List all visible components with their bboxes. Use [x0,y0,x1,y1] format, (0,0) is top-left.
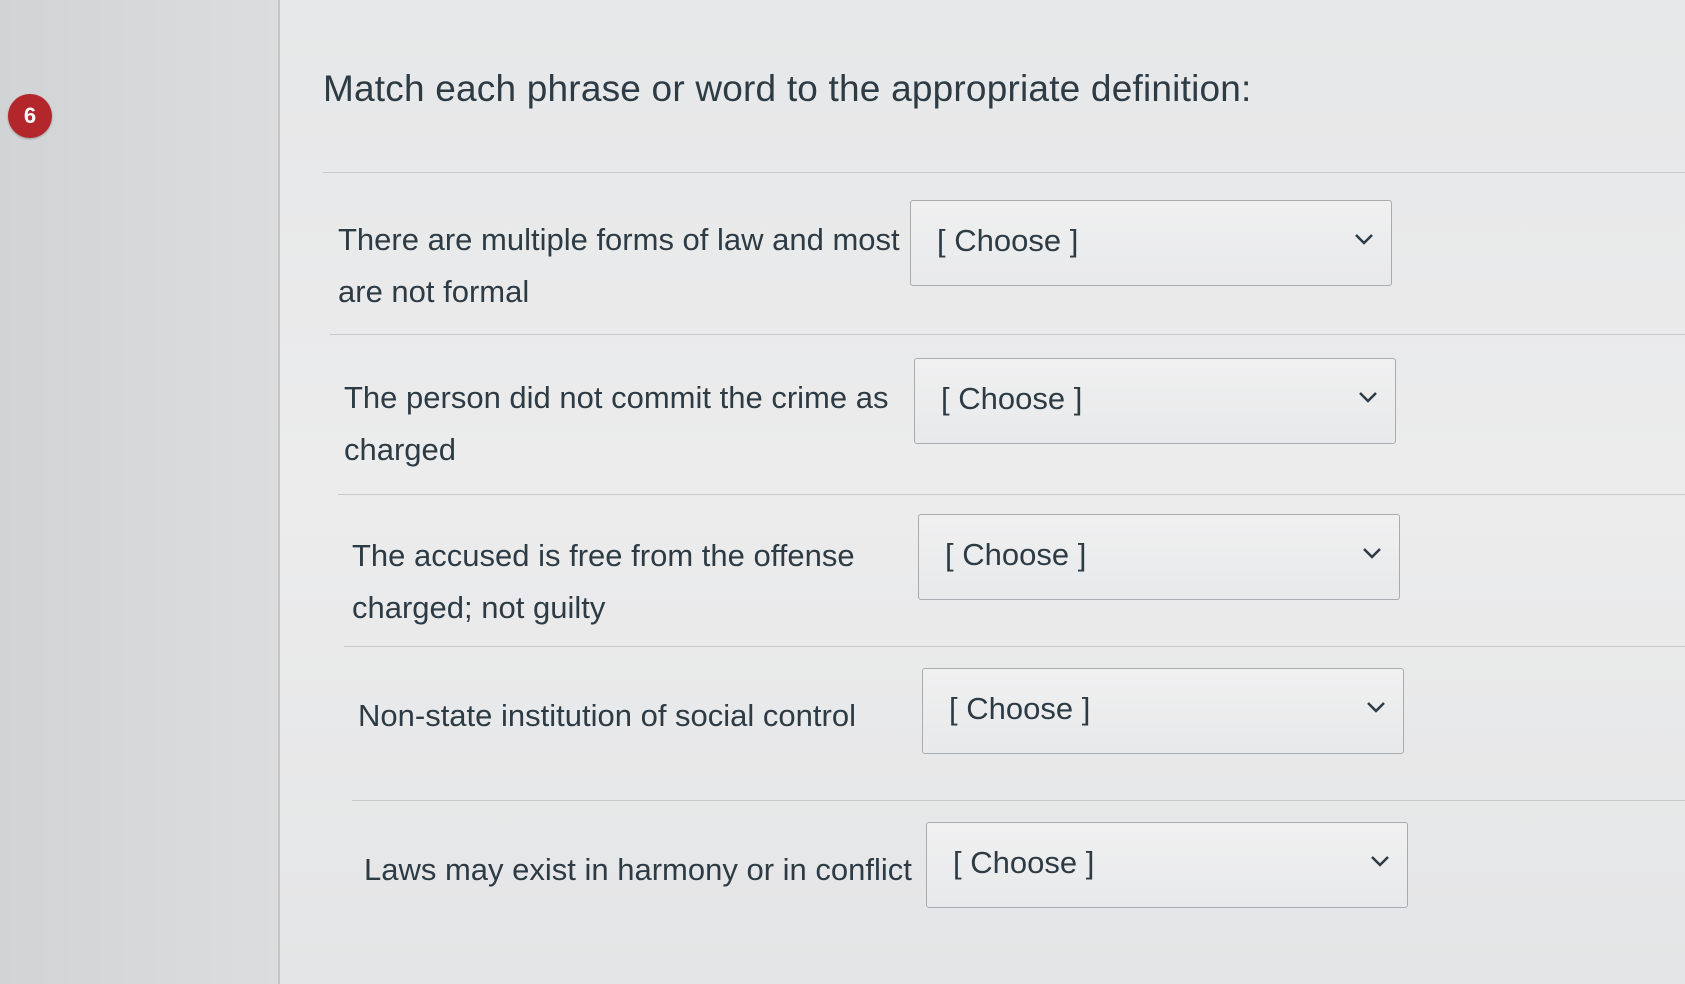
match-prompt-1: There are multiple forms of law and most… [338,222,900,309]
match-select-3[interactable]: [ Choose ] [918,514,1400,600]
select-value: [ Choose ] [953,845,1095,880]
question-title: Match each phrase or word to the appropr… [323,68,1252,109]
chevron-down-icon [1371,856,1389,867]
match-select-2[interactable]: [ Choose ] [914,358,1396,444]
match-select-4[interactable]: [ Choose ] [922,668,1404,754]
divider [323,172,1685,173]
select-value: [ Choose ] [937,223,1079,258]
chevron-down-icon [1363,548,1381,559]
match-prompt-4: Non-state institution of social control [358,698,856,733]
chevron-down-icon [1359,392,1377,403]
select-value: [ Choose ] [941,381,1083,416]
match-select-1[interactable]: [ Choose ] [910,200,1392,286]
match-prompt-3: The accused is free from the offense cha… [352,538,855,625]
chevron-down-icon [1367,702,1385,713]
quiz-screen: 6 Match each phrase or word to the appro… [0,0,1685,984]
divider [352,800,1685,801]
select-value: [ Choose ] [945,537,1087,572]
select-value: [ Choose ] [949,691,1091,726]
divider [330,334,1685,335]
left-gutter [0,0,278,984]
match-prompt-5: Laws may exist in harmony or in conflict [364,852,912,887]
divider [338,494,1685,495]
divider [344,646,1685,647]
match-prompt-2: The person did not commit the crime as c… [344,380,889,467]
match-select-5[interactable]: [ Choose ] [926,822,1408,908]
chevron-down-icon [1355,234,1373,245]
question-number-badge: 6 [8,94,52,138]
